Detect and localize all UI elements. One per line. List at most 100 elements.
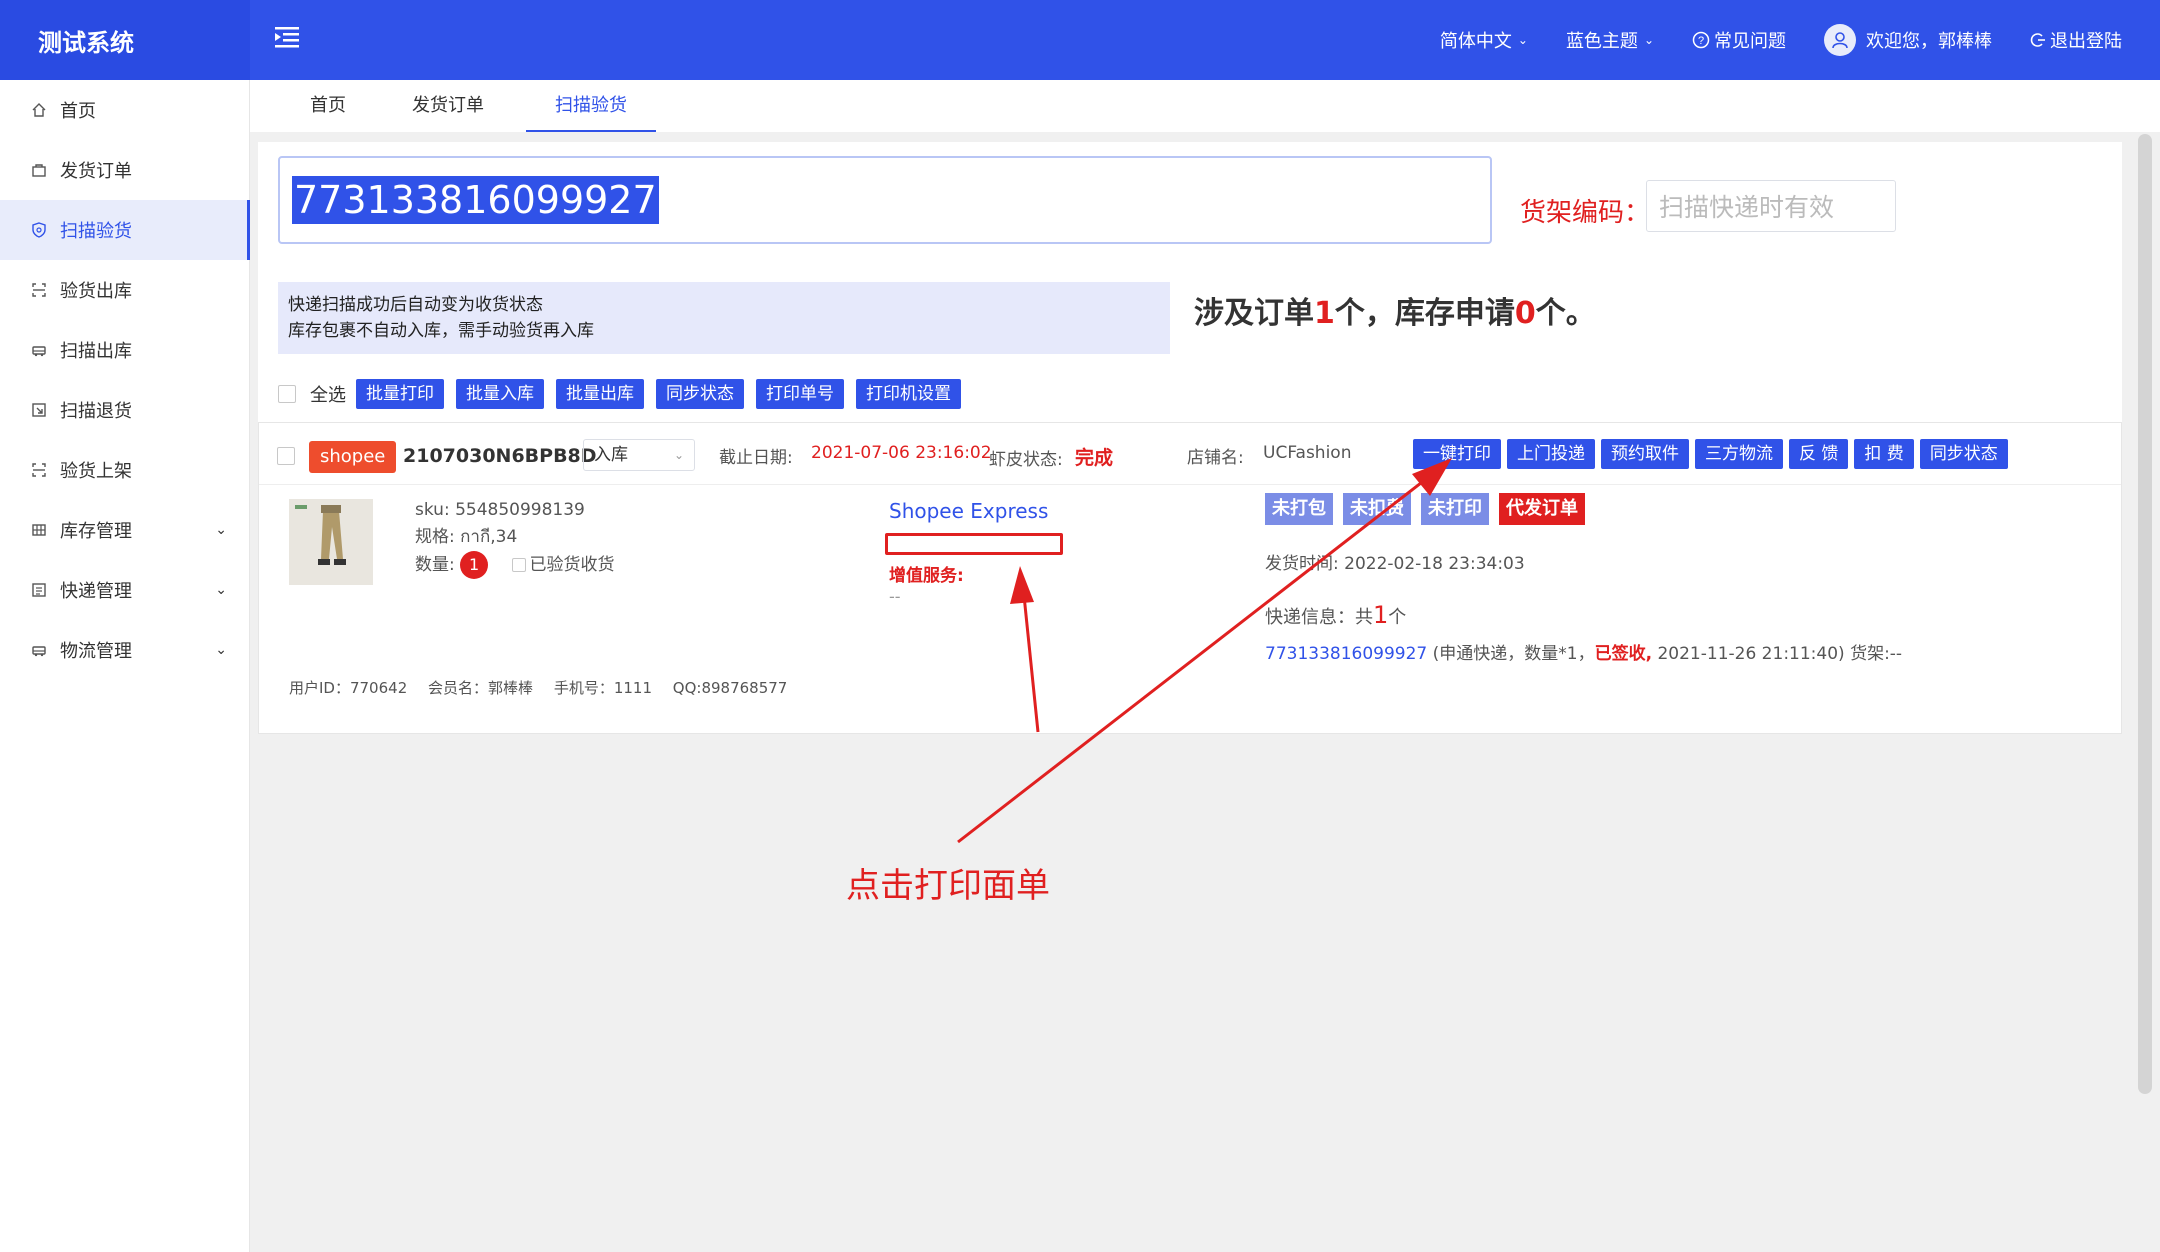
sidebar-item-scan-outbound[interactable]: 扫描出库 (0, 320, 249, 380)
theme-dropdown[interactable]: 蓝色主题 ⌄ (1566, 27, 1654, 53)
tab-orders[interactable]: 发货订单 (398, 80, 498, 132)
sidebar-item-logistics[interactable]: 物流管理 ⌄ (0, 620, 249, 680)
welcome-text: 欢迎您，郭棒棒 (1866, 31, 1992, 52)
sidebar-item-inspect-outbound[interactable]: 验货出库 (0, 260, 249, 320)
shopee-status-label: 虾皮状态: (989, 450, 1063, 470)
sidebar: 首页 发货订单 扫描验货 验货出库 扫描出库 扫描退货 验货上架 库存管理 ⌄ … (0, 80, 250, 1252)
sidebar-item-scan-inspect[interactable]: 扫描验货 (0, 200, 250, 260)
chevron-down-icon: ⌄ (673, 448, 684, 462)
select-all-checkbox[interactable] (278, 385, 296, 403)
car-icon (30, 641, 48, 659)
deadline-label: 截止日期: (719, 448, 793, 468)
door-delivery-button[interactable]: 上门投递 (1507, 439, 1595, 469)
deduct-fee-button[interactable]: 扣 费 (1854, 439, 1914, 469)
scrollbar[interactable] (2138, 134, 2152, 1094)
language-dropdown[interactable]: 简体中文 ⌄ (1440, 27, 1528, 53)
app-logo: 测试系统 (0, 0, 250, 80)
faq-link[interactable]: ? 常见问题 (1692, 27, 1786, 53)
question-icon: ? (1692, 31, 1710, 49)
express-count: 1 (1373, 601, 1389, 629)
shelf-code-input[interactable]: 扫描快递时有效 (1646, 180, 1896, 232)
sidebar-item-label: 首页 (60, 101, 96, 122)
bulk-outbound-button[interactable]: 批量出库 (556, 379, 644, 409)
ship-time-value: 2022-02-18 23:34:03 (1344, 554, 1525, 574)
tracking-line: 773133816099927 (申通快递，数量*1，已签收, 2021-11-… (1265, 639, 1902, 664)
order-sync-status-button[interactable]: 同步状态 (1919, 439, 2008, 469)
sidebar-item-home[interactable]: 首页 (0, 80, 249, 140)
sidebar-item-label: 快递管理 (60, 581, 132, 602)
store-label: 店铺名: (1187, 448, 1244, 468)
tag-dropship: 代发订单 (1499, 493, 1585, 525)
sidebar-item-scan-return[interactable]: 扫描退货 (0, 380, 249, 440)
car-icon (30, 341, 48, 359)
vas-value: -- (889, 587, 901, 606)
feedback-button[interactable]: 反 馈 (1789, 439, 1849, 469)
sku-line: sku: 554850998139 (415, 500, 585, 520)
avatar (1824, 24, 1856, 56)
scan-input-value: 773133816099927 (292, 176, 659, 224)
logout-button[interactable]: 退出登陆 (2030, 27, 2122, 53)
scan-icon (30, 281, 48, 299)
summary-order-count: 1 (1314, 296, 1335, 331)
vas-label: 增值服务: (889, 566, 964, 586)
printer-settings-button[interactable]: 打印机设置 (856, 379, 961, 409)
user-menu[interactable]: 欢迎您，郭棒棒 (1824, 24, 1992, 56)
store-name: UCFashion (1263, 443, 1352, 463)
chevron-down-icon: ⌄ (1517, 33, 1528, 47)
tab-home[interactable]: 首页 (290, 80, 366, 132)
sidebar-item-label: 库存管理 (60, 521, 132, 542)
carrier-name[interactable]: Shopee Express (889, 499, 1048, 523)
summary-middle: 个，库存申请 (1334, 296, 1515, 331)
order-actions: 一键打印 上门投递 预约取件 三方物流 反 馈 扣 费 同步状态 (1413, 439, 2014, 469)
order-summary: 涉及订单1个，库存申请0个。 (1194, 288, 1596, 332)
bulk-print-button[interactable]: 批量打印 (356, 379, 444, 409)
chevron-down-icon: ⌄ (1643, 33, 1654, 47)
third-party-logistics-button[interactable]: 三方物流 (1695, 439, 1783, 469)
verified-checkbox[interactable]: 已验货收货 (511, 555, 615, 575)
member-name: 会员名：郭棒棒 (428, 679, 534, 697)
sidebar-item-inventory[interactable]: 库存管理 ⌄ (0, 500, 249, 560)
sidebar-item-label: 扫描退货 (60, 401, 132, 422)
scan-icon (30, 461, 48, 479)
summary-suffix: 个。 (1535, 296, 1596, 331)
platform-badge: shopee (309, 441, 397, 473)
chevron-down-icon: ⌄ (215, 522, 227, 538)
tag-unpacked: 未打包 (1265, 493, 1333, 525)
home-icon (30, 101, 48, 119)
tip-box: 快递扫描成功后自动变为收货状态 库存包裹不自动入库，需手动验货再入库 (278, 282, 1170, 354)
user-info: 用户ID：770642 会员名：郭棒棒 手机号：1111 QQ:89876857… (289, 677, 803, 698)
order-checkbox[interactable] (277, 447, 295, 465)
order-header: shopee 2107030N6BPB8D 入库 ⌄ 截止日期: 2021-07… (259, 423, 2121, 485)
grid-icon (30, 521, 48, 539)
summary-prefix: 涉及订单 (1194, 296, 1314, 331)
user-icon (1832, 32, 1848, 49)
express-info-suffix: 个 (1388, 607, 1407, 628)
status-select[interactable]: 入库 ⌄ (583, 439, 695, 471)
return-icon (30, 401, 48, 419)
sidebar-item-orders[interactable]: 发货订单 (0, 140, 249, 200)
scan-input[interactable]: 773133816099927 (278, 156, 1492, 244)
tracking-number-link[interactable]: 773133816099927 (1265, 644, 1427, 664)
order-tags: 未打包 未扣费 未打印 代发订单 (1265, 493, 1595, 525)
schedule-pickup-button[interactable]: 预约取件 (1601, 439, 1689, 469)
sync-status-button[interactable]: 同步状态 (656, 379, 744, 409)
status-select-value: 入库 (594, 445, 628, 465)
page-tabs: 首页 发货订单 扫描验货 (250, 80, 2160, 132)
svg-text:?: ? (1698, 35, 1704, 47)
bulk-inbound-button[interactable]: 批量入库 (456, 379, 544, 409)
order-number: 2107030N6BPB8D (403, 445, 597, 467)
print-tracking-button[interactable]: 打印单号 (756, 379, 844, 409)
ship-time-label: 发货时间: (1265, 554, 1339, 574)
one-click-print-button[interactable]: 一键打印 (1413, 439, 1501, 469)
menu-collapse-icon[interactable] (272, 22, 302, 52)
tracking-detail: (申通快递，数量*1， (1427, 644, 1595, 664)
qq: QQ:898768577 (672, 679, 788, 697)
sidebar-item-inspect-shelve[interactable]: 验货上架 (0, 440, 249, 500)
sidebar-item-label: 扫描验货 (60, 221, 132, 242)
tag-unprinted: 未打印 (1421, 493, 1489, 525)
tab-scan-inspect[interactable]: 扫描验货 (526, 80, 656, 132)
sidebar-item-express[interactable]: 快递管理 ⌄ (0, 560, 249, 620)
annotation-highlight-box (885, 533, 1063, 555)
checkbox-box (511, 558, 526, 572)
theme-label: 蓝色主题 (1565, 31, 1638, 52)
